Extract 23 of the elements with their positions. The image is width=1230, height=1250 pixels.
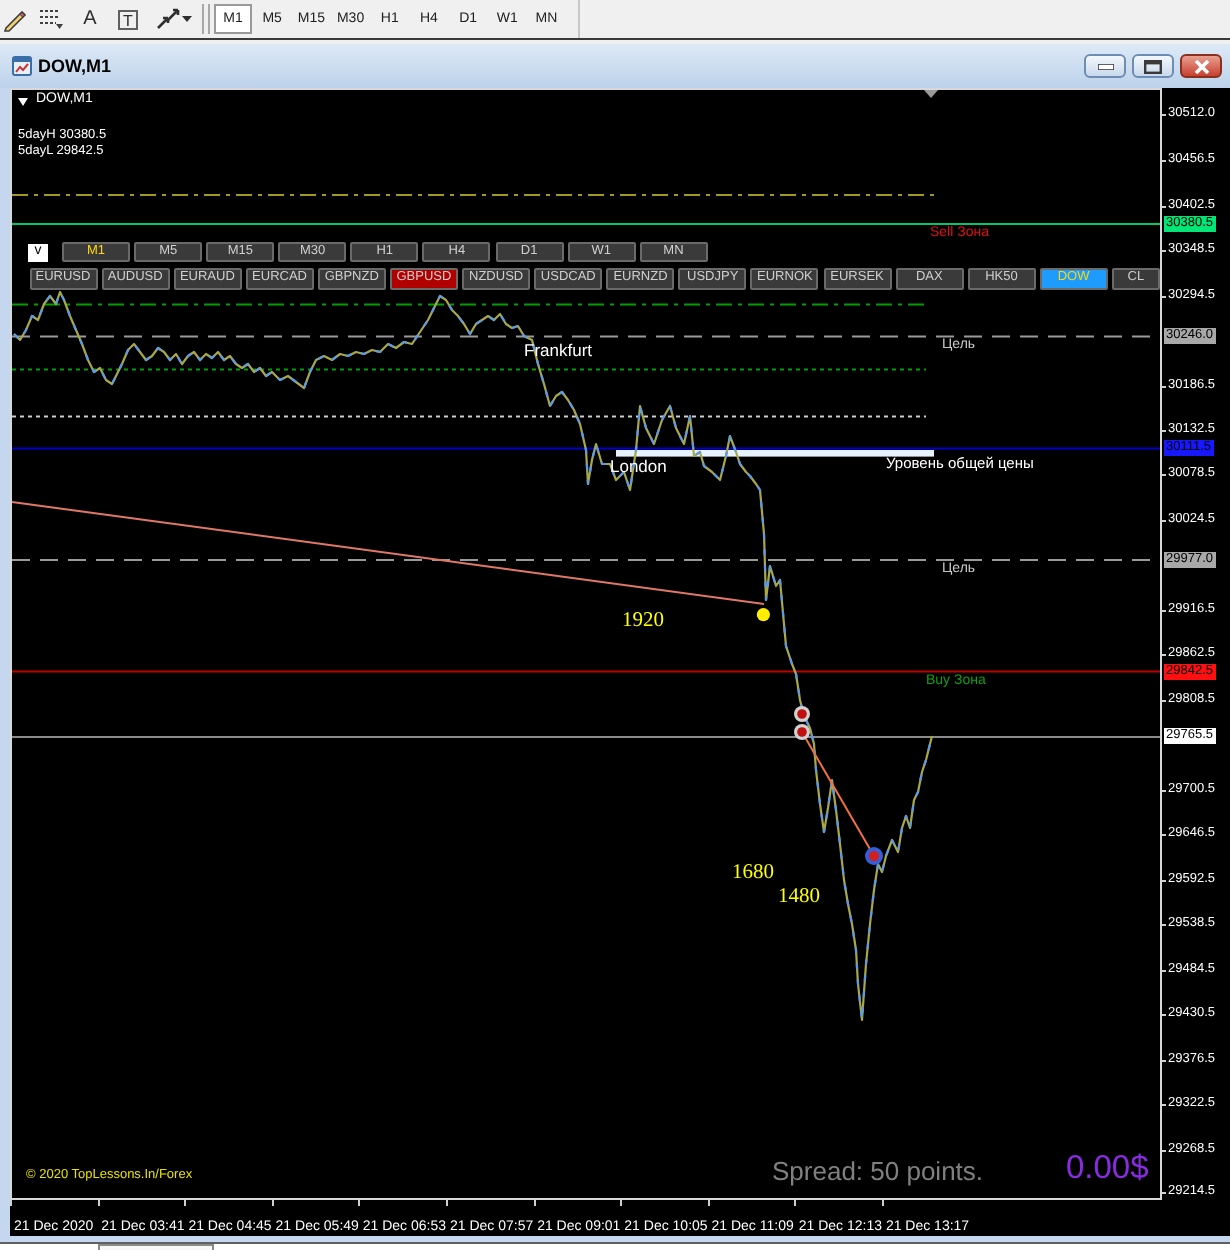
arrows-icon[interactable] bbox=[156, 8, 180, 30]
window-title: DOW,M1 bbox=[38, 56, 112, 76]
minimize-button[interactable] bbox=[1084, 54, 1126, 78]
lines-icon[interactable] bbox=[40, 8, 64, 30]
chart-label: 0.00$ bbox=[1066, 1150, 1149, 1188]
tab[interactable] bbox=[98, 1244, 214, 1250]
chart-label: 1920 bbox=[622, 610, 664, 634]
window-icon bbox=[12, 56, 32, 76]
point-marker-icon bbox=[756, 608, 770, 622]
maximize-icon bbox=[1144, 59, 1162, 73]
maximize-button[interactable] bbox=[1132, 54, 1174, 78]
chart-label: 1480 bbox=[778, 886, 820, 910]
chart-label: Spread: 50 points. bbox=[772, 1157, 984, 1187]
circle-marker-icon bbox=[865, 847, 883, 865]
caret-icon[interactable] bbox=[18, 97, 28, 105]
close-button[interactable] bbox=[1180, 54, 1222, 78]
chart-label: 1680 bbox=[732, 862, 774, 886]
pencil-icon[interactable] bbox=[2, 7, 26, 31]
close-icon bbox=[1193, 59, 1209, 73]
caret-icon[interactable] bbox=[182, 16, 192, 22]
text-label-tool[interactable]: T bbox=[118, 9, 138, 29]
text-tool[interactable]: A bbox=[83, 7, 97, 31]
minimize-icon bbox=[1097, 63, 1113, 69]
